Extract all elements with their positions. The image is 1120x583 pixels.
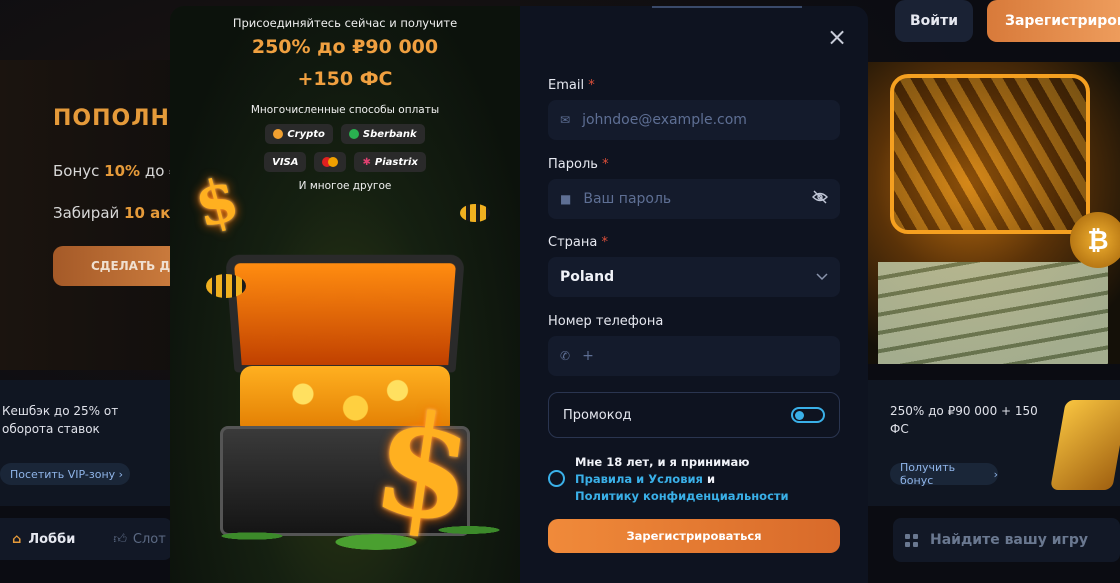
vip-button[interactable]: Посетить VIP-зону › — [0, 463, 130, 485]
sberbank-icon — [349, 129, 359, 139]
email-field[interactable]: ✉ johndoe@example.com — [548, 100, 840, 140]
payment-piastrix-label: Piastrix — [375, 157, 418, 168]
promo-line-1-prefix: Бонус — [53, 162, 104, 180]
email-placeholder: johndoe@example.com — [582, 112, 747, 128]
bonus-amount: 250% до ₽90 000 — [170, 36, 520, 58]
game-search-input[interactable]: Найдите вашу игру — [893, 518, 1120, 562]
thumbs-up-icon: 👍︎ — [113, 532, 127, 547]
chevron-right-icon: › — [994, 468, 998, 481]
bitcoin-icon: ₿ — [1070, 212, 1120, 268]
email-label-text: Email — [548, 78, 584, 93]
bee-icon — [460, 204, 490, 222]
hero-image: ₿ — [868, 62, 1120, 364]
chevron-right-icon: › — [119, 468, 123, 481]
honeycomb-dollar-icon: $ — [366, 392, 482, 544]
payment-crypto-label: Crypto — [287, 129, 325, 140]
promo-code-toggle-row: Промокод — [548, 392, 840, 438]
vip-button-label: Посетить VIP-зону — [10, 468, 115, 481]
payment-crypto: Crypto — [265, 124, 333, 144]
mastercard-icon-2 — [328, 157, 338, 167]
promo-code-toggle[interactable] — [791, 407, 825, 423]
crypto-icon — [273, 129, 283, 139]
country-label: Страна * — [548, 235, 608, 250]
join-text: Присоединяйтесь сейчас и получите — [170, 16, 520, 30]
phone-label: Номер телефона — [548, 314, 663, 329]
register-top-button[interactable]: Зарегистрироваться — [987, 0, 1120, 42]
toggle-knob — [795, 411, 804, 420]
consent-checkbox[interactable] — [548, 470, 565, 487]
register-form: × Email * ✉ johndoe@example.com Пароль *… — [520, 6, 868, 583]
register-submit-button[interactable]: Зарегистрироваться — [548, 519, 840, 553]
envelope-icon: ✉ — [560, 113, 570, 127]
bonus-text: 250% до ₽90 000 + 150 ФС — [890, 402, 1040, 438]
promo-title: ПОПОЛНЯ — [53, 106, 188, 131]
page: Войти Зарегистрироваться ПОПОЛНЯ Бонус 1… — [0, 0, 1120, 583]
chest-lid — [225, 255, 465, 373]
consent-main-text: Мне 18 лет, и я принимаю — [575, 454, 789, 471]
bee-icon — [206, 274, 246, 298]
bottom-nav: ⌂ Лобби 👍︎ Слот — [0, 518, 172, 560]
required-mark: * — [588, 78, 595, 93]
phone-icon: ✆ — [560, 349, 570, 363]
get-bonus-button[interactable]: Получить бонус › — [890, 463, 998, 485]
nav-slots-label: Слот — [133, 532, 166, 547]
payment-visa-label: VISA — [272, 157, 298, 168]
eye-off-icon[interactable] — [812, 190, 828, 208]
email-label: Email * — [548, 78, 595, 93]
chevron-down-icon — [816, 269, 828, 285]
promo-line-2-prefix: Забирай — [53, 204, 124, 222]
country-value: Poland — [560, 269, 614, 285]
required-mark: * — [602, 157, 609, 172]
free-spins: +150 ФС — [170, 68, 520, 90]
grid-icon — [905, 534, 918, 547]
consent-text: Мне 18 лет, и я принимаю Правила и Услов… — [575, 454, 789, 505]
honeycomb-case-image — [890, 74, 1090, 234]
promo-code-label: Промокод — [563, 408, 632, 423]
phone-field[interactable]: ✆ + — [548, 336, 840, 376]
cashback-text: Кешбэк до 25% от оборота ставок — [2, 402, 122, 438]
top-divider — [652, 6, 802, 8]
password-label: Пароль * — [548, 157, 609, 172]
payment-piastrix: ✱ Piastrix — [354, 152, 425, 172]
lock-icon: ■ — [560, 192, 571, 206]
promo-line-1-highlight: 10% — [104, 162, 140, 180]
phone-prefix: + — [582, 348, 594, 364]
modal-promo-panel: Присоединяйтесь сейчас и получите 250% д… — [170, 6, 520, 583]
gold-bar-image — [1050, 400, 1120, 490]
country-label-text: Страна — [548, 235, 597, 250]
privacy-link[interactable]: Политику конфиденциальности — [575, 488, 789, 505]
payment-mastercard — [314, 152, 346, 172]
money-stack-image — [878, 262, 1108, 364]
piastrix-icon: ✱ — [362, 157, 370, 168]
nav-slots[interactable]: 👍︎ Слот — [113, 532, 166, 547]
vip-card: Кешбэк до 25% от оборота ставок Посетить… — [0, 380, 172, 506]
consent-and: и — [703, 472, 715, 486]
required-mark: * — [601, 235, 608, 250]
nav-lobby[interactable]: ⌂ Лобби — [12, 532, 75, 547]
bonus-card: 250% до ₽90 000 + 150 ФС Получить бонус … — [868, 380, 1120, 506]
consent-row: Мне 18 лет, и я принимаю Правила и Услов… — [548, 454, 848, 505]
register-modal: Присоединяйтесь сейчас и получите 250% д… — [170, 6, 868, 583]
payment-sberbank-label: Sberbank — [363, 129, 417, 140]
country-select[interactable]: Poland — [548, 257, 840, 297]
payment-sberbank: Sberbank — [341, 124, 425, 144]
game-search-placeholder: Найдите вашу игру — [930, 532, 1088, 548]
password-label-text: Пароль — [548, 157, 598, 172]
nav-lobby-label: Лобби — [28, 532, 75, 547]
get-bonus-label: Получить бонус — [900, 461, 990, 487]
password-field[interactable]: ■ Ваш пароль — [548, 179, 840, 219]
login-button[interactable]: Войти — [895, 0, 973, 42]
payment-methods-title: Многочисленные способы оплаты — [170, 104, 520, 116]
home-icon: ⌂ — [12, 532, 21, 547]
payment-visa: VISA — [264, 152, 306, 172]
terms-link[interactable]: Правила и Условия — [575, 472, 703, 486]
close-icon[interactable]: × — [824, 24, 850, 50]
password-placeholder: Ваш пароль — [583, 191, 671, 207]
payment-row-1: Crypto Sberbank — [170, 124, 520, 144]
promo-line-1: Бонус 10% до ₽1 — [53, 162, 188, 180]
